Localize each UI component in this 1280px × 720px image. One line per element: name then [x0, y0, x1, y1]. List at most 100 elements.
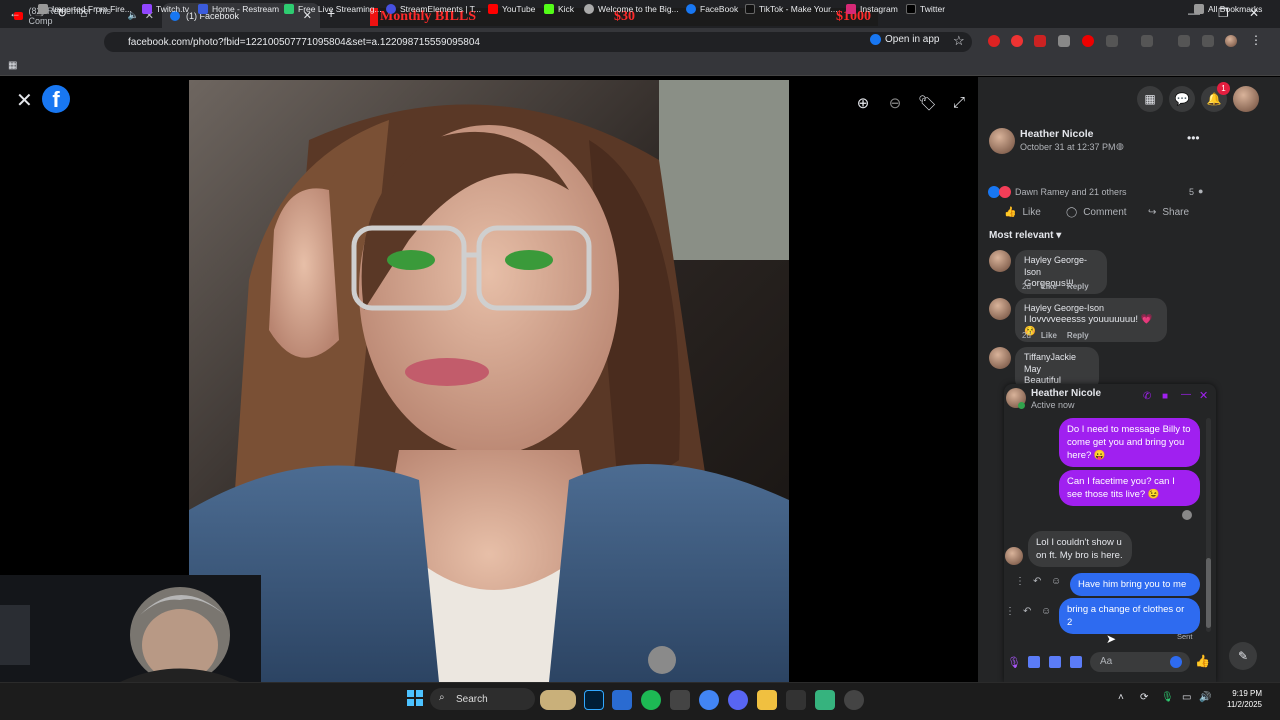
react-emoji-icon[interactable]: ☺ — [1041, 606, 1051, 617]
chat-contact-name[interactable]: Heather Nicole — [1031, 388, 1101, 399]
share-button[interactable]: ↪ Share — [1148, 207, 1189, 218]
post-date[interactable]: October 31 at 12:37 PM — [1020, 142, 1116, 152]
bookmark-item[interactable]: Instagram — [846, 4, 898, 14]
extension-icon[interactable] — [1058, 35, 1070, 47]
extension-icon[interactable] — [1011, 35, 1023, 47]
zoom-in-icon[interactable]: ⊕ — [854, 94, 872, 112]
commenter-name[interactable]: Hayley George-Ison — [1024, 254, 1098, 278]
obs-icon[interactable] — [786, 690, 806, 710]
cast-icon[interactable] — [1141, 35, 1153, 47]
system-clock[interactable]: 9:19 PM 11/2/2025 — [1222, 688, 1262, 710]
media-control-icon[interactable] — [1202, 35, 1214, 47]
bookmark-item[interactable]: TikTok - Make Your... — [745, 4, 838, 14]
app-icon[interactable] — [670, 690, 690, 710]
bookmark-item[interactable]: YouTube — [488, 4, 535, 14]
taskbar-search[interactable]: ⌕ Search — [430, 688, 535, 710]
minimize-chat-icon[interactable]: — — [1181, 389, 1191, 400]
close-chat-icon[interactable]: ✕ — [1199, 389, 1208, 402]
bookmark-item[interactable]: Twitter — [906, 4, 945, 14]
author-avatar[interactable] — [989, 128, 1015, 154]
comment-like-link[interactable]: Like — [1041, 331, 1057, 340]
bookmark-item[interactable]: Imported From Fire... — [38, 4, 132, 14]
extension-icon[interactable] — [988, 35, 1000, 47]
like-button[interactable]: 👍 Like — [1004, 207, 1041, 218]
comment-time[interactable]: 2d — [1022, 331, 1031, 340]
message-more-icon[interactable]: ⋮ — [1015, 576, 1025, 587]
microphone-icon[interactable]: 🎙 — [1007, 656, 1021, 669]
image-icon[interactable] — [1028, 656, 1040, 668]
scrollbar-thumb[interactable] — [1206, 558, 1211, 628]
reply-icon[interactable]: ↶ — [1033, 576, 1041, 587]
widget-icon[interactable] — [540, 690, 576, 710]
chrome-icon[interactable] — [699, 690, 719, 710]
react-emoji-icon[interactable]: ☺ — [1051, 576, 1061, 587]
tag-icon[interactable]: 🏷 — [918, 94, 937, 112]
bookmark-item[interactable]: StreamElements | T... — [386, 4, 481, 14]
comment-button[interactable]: ◯ Comment — [1066, 207, 1127, 218]
star-icon[interactable]: ☆ — [953, 33, 965, 49]
extension-icon[interactable] — [1034, 35, 1046, 47]
reply-icon[interactable]: ↶ — [1023, 606, 1031, 617]
back-icon[interactable]: ← — [9, 6, 21, 20]
photoshop-icon[interactable] — [584, 690, 604, 710]
app-icon[interactable] — [612, 690, 632, 710]
open-in-app-button[interactable]: Open in app — [870, 34, 940, 45]
chat-scrollbar[interactable] — [1206, 418, 1211, 632]
bookmark-item[interactable]: Home - Restream — [198, 4, 279, 14]
zoom-out-icon[interactable]: ⊖ — [886, 94, 904, 112]
all-bookmarks-button[interactable]: All Bookmarks — [1194, 4, 1262, 14]
comment-sort-dropdown[interactable]: Most relevant ▾ — [989, 230, 1061, 241]
bookmark-item[interactable]: Welcome to the Big... — [584, 4, 679, 14]
comment-like-link[interactable]: Like — [1041, 282, 1057, 291]
comment-time[interactable]: 2d — [1022, 282, 1031, 291]
fullscreen-icon[interactable]: ⤢ — [950, 94, 968, 112]
bookmark-item[interactable]: Twitch.tv — [142, 4, 189, 14]
message-more-icon[interactable]: ⋮ — [1005, 606, 1015, 617]
commenter-name[interactable]: TiffanyJackie May — [1024, 351, 1090, 375]
commenter-name[interactable]: Hayley George-Ison — [1024, 302, 1158, 314]
tray-app-icon[interactable]: ⟳ — [1140, 692, 1148, 703]
menu-kebab-icon[interactable]: ⋮ — [1250, 33, 1262, 47]
facebook-logo[interactable]: f — [42, 85, 70, 113]
address-bar[interactable]: facebook.com/photo?fbid=1221005077710958… — [104, 32, 972, 52]
profile-avatar[interactable] — [1225, 35, 1237, 47]
author-name[interactable]: Heather Nicole — [1020, 128, 1094, 140]
menu-grid-icon[interactable]: ▦ — [1137, 86, 1163, 112]
emoji-icon[interactable] — [1170, 656, 1182, 668]
spotify-icon[interactable] — [641, 690, 661, 710]
comment-reply-link[interactable]: Reply — [1067, 331, 1089, 340]
notepad-icon[interactable] — [815, 690, 835, 710]
bookmark-item[interactable]: Free Live Streaming... — [284, 4, 382, 14]
comments-count[interactable]: 5 — [1189, 187, 1194, 197]
reactions-summary[interactable]: Dawn Ramey and 21 others — [1015, 187, 1127, 197]
gif-icon[interactable] — [1070, 656, 1082, 668]
app-icon[interactable] — [844, 690, 864, 710]
file-explorer-icon[interactable] — [757, 690, 777, 710]
messenger-icon[interactable]: 💬 — [1169, 86, 1195, 112]
apps-grid-icon[interactable]: ▦ — [8, 60, 17, 71]
discord-icon[interactable] — [728, 690, 748, 710]
commenter-avatar[interactable] — [989, 298, 1011, 320]
microphone-tray-icon[interactable]: 🎙 — [1161, 692, 1174, 703]
close-icon[interactable]: ✕ — [16, 88, 33, 113]
comment-reply-link[interactable]: Reply — [1067, 282, 1089, 291]
phone-icon[interactable]: ✆ — [1143, 391, 1151, 402]
commenter-avatar[interactable] — [989, 250, 1011, 272]
network-icon[interactable]: ▭ — [1182, 692, 1191, 703]
extensions-puzzle-icon[interactable] — [1106, 35, 1118, 47]
extension-icon[interactable] — [1082, 35, 1094, 47]
commenter-avatar[interactable] — [989, 347, 1011, 369]
account-avatar[interactable] — [1233, 86, 1259, 112]
bookmark-item[interactable]: FaceBook — [686, 4, 738, 14]
download-icon[interactable] — [1178, 35, 1190, 47]
more-options-icon[interactable]: ••• — [1187, 131, 1200, 145]
thumbs-up-send-icon[interactable]: 👍 — [1195, 654, 1210, 668]
bookmark-item[interactable]: Kick — [544, 4, 574, 14]
windows-start-icon[interactable] — [407, 690, 423, 706]
video-call-icon[interactable]: ■ — [1162, 391, 1168, 402]
sticker-icon[interactable] — [1049, 656, 1061, 668]
bookmark-label: Welcome to the Big... — [598, 4, 679, 14]
tray-chevron-icon[interactable]: ˄ — [1118, 692, 1124, 703]
new-message-icon[interactable]: ✎ — [1229, 642, 1257, 670]
volume-icon[interactable]: 🔊 — [1199, 692, 1211, 703]
